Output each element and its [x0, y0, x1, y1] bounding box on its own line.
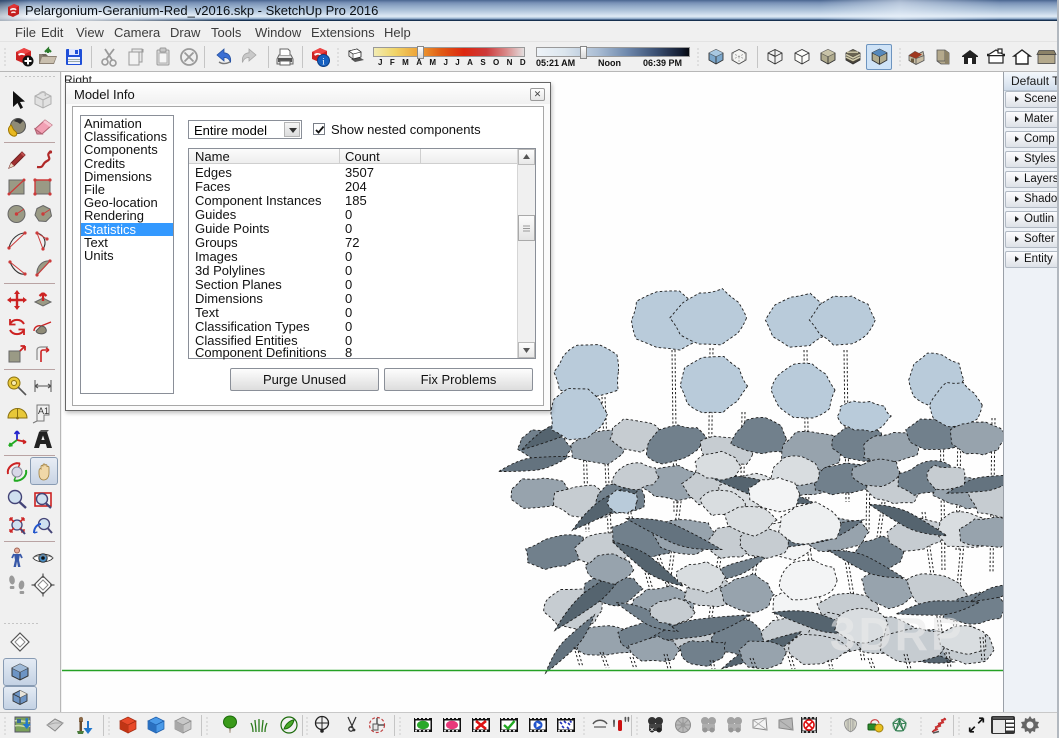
svg-text:3DRP: 3DRP [830, 608, 965, 660]
svg-text:A1: A1 [38, 406, 49, 416]
